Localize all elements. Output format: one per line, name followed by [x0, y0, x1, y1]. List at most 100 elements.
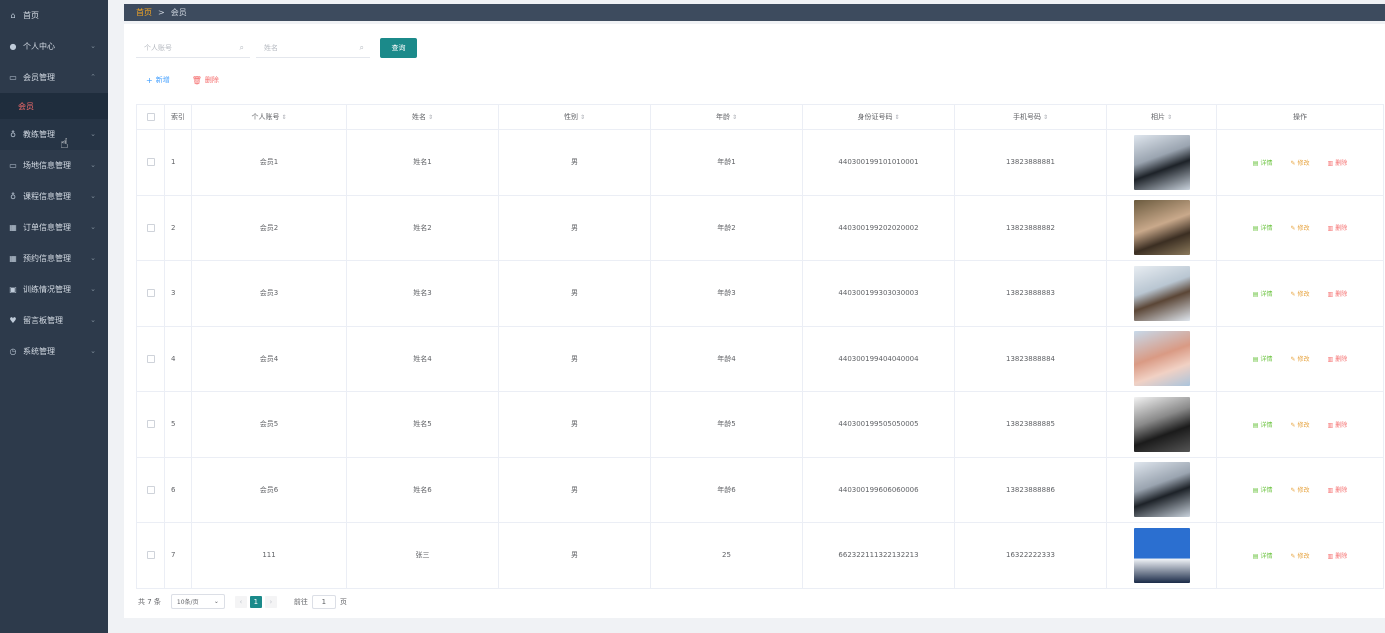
sort-icon[interactable]: ⇕	[1167, 114, 1172, 121]
sidebar-item-order-management[interactable]: ▦ 订单信息管理 ⌄	[0, 212, 108, 243]
chevron-down-icon: ⌄	[90, 130, 96, 138]
member-photo[interactable]	[1133, 331, 1190, 387]
column-header-phone[interactable]: 手机号码 ⇕	[954, 104, 1107, 130]
row-checkbox[interactable]	[146, 551, 155, 560]
delete-button[interactable]: ▥ 删除	[1328, 158, 1348, 167]
goto-page-input[interactable]: 1	[311, 594, 336, 609]
member-photo[interactable]	[1133, 462, 1190, 518]
sidebar-item-personal-center[interactable]: ● 个人中心 ⌄	[0, 31, 108, 62]
detail-label: 详情	[1260, 487, 1273, 495]
table-body: 1 会员1 姓名1 男年龄1 440300199101010001 13823888881…	[136, 129, 1384, 589]
row-select-cell[interactable]	[136, 391, 165, 458]
sort-icon[interactable]: ⇕	[1043, 114, 1048, 121]
row-select-cell[interactable]	[136, 260, 165, 327]
row-select-cell[interactable]	[136, 522, 165, 589]
detail-button[interactable]: ▤ 详情	[1253, 420, 1273, 429]
detail-button[interactable]: ▤ 详情	[1253, 223, 1273, 232]
cell-name: 姓名4	[346, 325, 499, 392]
select-all-checkbox[interactable]	[146, 113, 155, 121]
member-photo[interactable]	[1133, 200, 1190, 256]
name-search-input[interactable]	[256, 38, 370, 57]
row-select-cell[interactable]	[136, 129, 165, 196]
sidebar-item-course-management[interactable]: ♁ 课程信息管理 ⌄	[0, 181, 108, 212]
batch-delete-button[interactable]: 🗑 删除	[192, 75, 219, 85]
edit-button[interactable]: ✎ 修改	[1290, 420, 1309, 429]
edit-button[interactable]: ✎ 修改	[1290, 354, 1309, 363]
row-select-cell[interactable]	[136, 194, 165, 261]
detail-button[interactable]: ▤ 详情	[1253, 485, 1273, 494]
column-header-photo[interactable]: 相片 ⇕	[1106, 104, 1217, 130]
column-header-name[interactable]: 姓名 ⇕	[346, 104, 499, 130]
edit-button[interactable]: ✎ 修改	[1290, 485, 1309, 494]
next-page-button[interactable]: ›	[264, 595, 277, 608]
sidebar-item-message-board[interactable]: ♥ 留言板管理 ⌄	[0, 305, 108, 336]
sidebar-item-training-management[interactable]: ▣ 训练情况管理 ⌄	[0, 274, 108, 305]
select-all-cell[interactable]	[136, 104, 165, 130]
row-checkbox[interactable]	[146, 485, 155, 494]
trash-icon: ▥	[1327, 356, 1334, 364]
detail-button[interactable]: ▤ 详情	[1253, 289, 1273, 298]
cell-name: 张三	[346, 522, 499, 589]
prev-page-button[interactable]: ‹	[234, 595, 247, 608]
query-button[interactable]: 查询	[380, 38, 417, 58]
detail-button[interactable]: ▤ 详情	[1253, 354, 1273, 363]
member-photo[interactable]	[1133, 265, 1190, 321]
edit-button[interactable]: ✎ 修改	[1290, 158, 1309, 167]
row-select-cell[interactable]	[136, 325, 165, 392]
detail-label: 详情	[1260, 290, 1273, 298]
sidebar-item-venue-management[interactable]: ▭ 场地信息管理 ⌄	[0, 150, 108, 181]
row-checkbox[interactable]	[146, 354, 155, 363]
edit-button[interactable]: ✎ 修改	[1290, 223, 1309, 232]
delete-button[interactable]: ▥ 删除	[1328, 223, 1348, 232]
sort-icon[interactable]: ⇕	[281, 114, 286, 121]
detail-button[interactable]: ▤ 详情	[1253, 158, 1273, 167]
delete-button[interactable]: ▥ 删除	[1328, 289, 1348, 298]
row-checkbox[interactable]	[146, 223, 155, 232]
table-row[interactable]: 6 会员6 姓名6 男年龄6 440300199606060006 13823888886…	[136, 456, 1384, 523]
breadcrumb-home-link[interactable]: 首页	[136, 7, 152, 18]
table-row[interactable]: 3 会员3 姓名3 男年龄3 440300199303030003 13823888883…	[136, 260, 1384, 327]
cell-photo	[1106, 129, 1217, 196]
cell-account: 会员3	[191, 260, 347, 327]
table-row[interactable]: 5 会员5 姓名5 男年龄5 440300199505050005 13823888885…	[136, 391, 1384, 458]
delete-button[interactable]: ▥ 删除	[1328, 354, 1348, 363]
member-photo[interactable]	[1133, 134, 1190, 190]
column-header-account[interactable]: 个人账号 ⇕	[191, 104, 347, 130]
account-search-input[interactable]	[136, 38, 250, 57]
edit-button[interactable]: ✎ 修改	[1290, 551, 1309, 560]
sidebar-item-member-management[interactable]: ▭ 会员管理 ⌃	[0, 62, 108, 93]
page-number-current[interactable]: 1	[249, 595, 262, 608]
delete-button[interactable]: ▥ 删除	[1328, 485, 1348, 494]
sidebar-item-label: 订单信息管理	[23, 223, 71, 232]
add-button[interactable]: + 新增	[146, 75, 170, 85]
sidebar-item-coach-management[interactable]: ♁ 教练管理 ⌄	[0, 119, 108, 150]
delete-button[interactable]: ▥ 删除	[1328, 420, 1348, 429]
column-header-gender[interactable]: 性别 ⇕	[498, 104, 651, 130]
table-row[interactable]: 7 111 张三男 25 662322111322132213 16322222333 ▤ 详…	[136, 522, 1384, 589]
column-header-idcard[interactable]: 身份证号码 ⇕	[802, 104, 955, 130]
sidebar-item-booking-management[interactable]: ▦ 预约信息管理 ⌄	[0, 243, 108, 274]
sort-icon[interactable]: ⇕	[894, 114, 899, 121]
sidebar-item-home[interactable]: ⌂ 首页	[0, 0, 108, 31]
member-photo[interactable]	[1133, 396, 1190, 452]
trash-icon: ▥	[1327, 225, 1334, 233]
edit-button[interactable]: ✎ 修改	[1290, 289, 1309, 298]
row-checkbox[interactable]	[146, 420, 155, 429]
table-row[interactable]: 4 会员4 姓名4 男年龄4 440300199404040004 13823888884…	[136, 325, 1384, 392]
sort-icon[interactable]: ⇕	[580, 114, 585, 121]
row-checkbox[interactable]	[146, 158, 155, 167]
sidebar-item-system-management[interactable]: ◷ 系统管理 ⌄	[0, 336, 108, 367]
delete-button[interactable]: ▥ 删除	[1328, 551, 1348, 560]
table-row[interactable]: 2 会员2 姓名2 男年龄2 440300199202020002 13823888882…	[136, 194, 1384, 261]
detail-button[interactable]: ▤ 详情	[1253, 551, 1273, 560]
sort-icon[interactable]: ⇕	[732, 114, 737, 121]
row-checkbox[interactable]	[146, 289, 155, 298]
table-row[interactable]: 1 会员1 姓名1 男年龄1 440300199101010001 13823888881…	[136, 129, 1384, 196]
bulb-icon: ♁	[10, 130, 16, 139]
row-select-cell[interactable]	[136, 456, 165, 523]
page-size-select[interactable]: 10条/页 ⌄	[170, 594, 225, 609]
member-photo[interactable]	[1133, 527, 1190, 583]
submenu-item-member[interactable]: 会员	[0, 93, 108, 119]
column-header-age[interactable]: 年龄 ⇕	[650, 104, 803, 130]
sort-icon[interactable]: ⇕	[428, 114, 433, 121]
